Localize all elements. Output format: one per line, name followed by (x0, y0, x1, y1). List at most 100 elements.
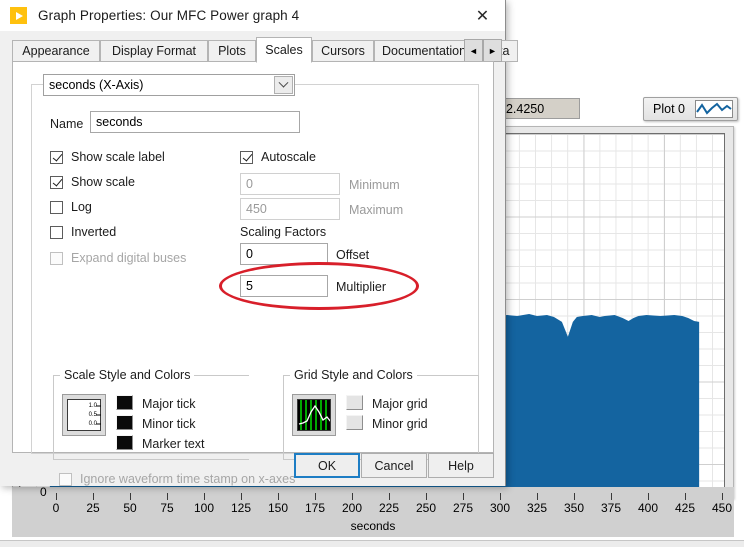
x-tick-mark (685, 493, 686, 500)
x-tick-label: 400 (637, 501, 659, 515)
x-tick-mark (611, 493, 612, 500)
x-tick-label: 0 (52, 501, 60, 515)
major-grid-label: Major grid (372, 397, 428, 411)
plot-legend[interactable]: Plot 0 (643, 97, 738, 121)
x-tick-label: 25 (86, 501, 100, 515)
x-axis-scale: 0 0 25 50 75 100 125 150 175 200 225 250 275 300 325 3… (12, 485, 734, 537)
y-origin-label: 0 (40, 485, 47, 499)
x-tick-mark (204, 493, 205, 500)
name-input[interactable]: seconds (90, 111, 300, 133)
checkbox-box (59, 472, 72, 486)
cancel-button[interactable]: Cancel (361, 453, 427, 478)
graph-properties-dialog[interactable]: Graph Properties: Our MFC Power graph 4 … (0, 0, 518, 486)
dialog-body: Appearance Display Format Plots Scales C… (0, 31, 518, 486)
checkbox-box (50, 200, 63, 214)
checkbox-label: Show scale label (71, 150, 165, 164)
tab-scroll-left-button[interactable]: ◄ (464, 39, 483, 62)
grid-style-group: Grid Style and Colors Major grid Minor g… (283, 368, 479, 460)
x-tick-mark (537, 493, 538, 500)
tab-documentation[interactable]: Documentation (374, 40, 474, 62)
checkbox-box (50, 150, 63, 164)
tab-strip[interactable]: Appearance Display Format Plots Scales C… (12, 37, 518, 63)
x-tick-mark (426, 493, 427, 500)
scale-style-title: Scale Style and Colors (60, 368, 195, 382)
tab-scales[interactable]: Scales (256, 37, 312, 63)
major-grid-color-swatch[interactable] (346, 395, 363, 410)
x-tick-mark (500, 493, 501, 500)
x-tick-label: 350 (563, 501, 585, 515)
offset-label: Offset (336, 248, 370, 262)
tab-plots[interactable]: Plots (208, 40, 256, 62)
tab-documentation-label: Documentation (381, 44, 467, 58)
checkbox-show-scale[interactable]: Show scale (50, 175, 135, 189)
x-tick-label: 375 (600, 501, 622, 515)
checkbox-ignore-waveform-timestamp: Ignore waveform time stamp on x-axes (59, 472, 295, 486)
chevron-down-icon[interactable] (274, 76, 293, 94)
checkbox-autoscale[interactable]: Autoscale (240, 150, 316, 164)
multiplier-input[interactable]: 5 (240, 275, 328, 297)
scales-tab-page: seconds (X-Axis) Name seconds Show scale… (12, 61, 494, 486)
minimum-input[interactable]: 0 (240, 173, 340, 195)
x-tick-label: 325 (526, 501, 548, 515)
x-tick-label: 50 (123, 501, 137, 515)
x-tick-label: 300 (489, 501, 511, 515)
checkbox-label: Log (71, 200, 92, 214)
checkbox-log[interactable]: Log (50, 200, 92, 214)
x-tick-mark (352, 493, 353, 500)
help-button[interactable]: Help (428, 453, 494, 478)
maximum-input[interactable]: 450 (240, 198, 340, 220)
grid-style-title: Grid Style and Colors (290, 368, 417, 382)
tab-scroll-right-button[interactable]: ► (483, 39, 502, 62)
checkbox-expand-digital-buses: Expand digital buses (50, 251, 186, 265)
offset-input[interactable]: 0 (240, 243, 328, 265)
waveform-glyph (696, 102, 732, 115)
minor-grid-color-swatch[interactable] (346, 415, 363, 430)
x-tick-label: 100 (193, 501, 215, 515)
x-tick-mark (463, 493, 464, 500)
checkbox-label: Ignore waveform time stamp on x-axes (80, 472, 296, 486)
waveform-icon[interactable] (695, 100, 733, 118)
plot-legend-label: Plot 0 (653, 102, 685, 116)
checkbox-label: Inverted (71, 225, 117, 239)
tab-cursors[interactable]: Cursors (312, 40, 374, 62)
axis-selector-combobox[interactable]: seconds (X-Axis) (43, 74, 295, 96)
dialog-title: Graph Properties: Our MFC Power graph 4 (38, 8, 300, 23)
checkbox-box (50, 175, 63, 189)
checkbox-box (240, 150, 253, 164)
x-tick-mark (315, 493, 316, 500)
name-label: Name (50, 117, 84, 131)
tab-appearance[interactable]: Appearance (12, 40, 100, 62)
x-tick-label: 425 (674, 501, 696, 515)
x-tick-label: 225 (378, 501, 400, 515)
close-icon[interactable]: ✕ (460, 0, 505, 31)
minor-tick-color-swatch[interactable] (116, 415, 133, 430)
tab-appearance-label: Appearance (22, 44, 90, 58)
checkbox-show-scale-label[interactable]: Show scale label (50, 150, 165, 164)
dialog-titlebar[interactable]: Graph Properties: Our MFC Power graph 4 … (0, 0, 505, 31)
x-tick-mark (389, 493, 390, 500)
labview-play-icon (10, 7, 27, 24)
checkbox-label: Show scale (71, 175, 135, 189)
tab-plots-label: Plots (218, 44, 246, 58)
ok-button-label: OK (317, 458, 337, 473)
marker-text-color-swatch[interactable] (116, 435, 133, 450)
scaling-factors-title: Scaling Factors (240, 225, 327, 239)
x-tick-mark (130, 493, 131, 500)
screen-root: 92.4250 Plot 0 0 0 25 50 75 100 125 150 175 200 2… (0, 0, 744, 547)
x-tick-mark (278, 493, 279, 500)
x-tick-mark (56, 493, 57, 500)
x-tick-label: 175 (304, 501, 326, 515)
x-tick-label: 125 (230, 501, 252, 515)
x-tick-label: 250 (415, 501, 437, 515)
tab-display-format[interactable]: Display Format (100, 40, 208, 62)
x-axis-title: seconds (350, 519, 396, 533)
checkbox-label: Autoscale (261, 150, 316, 164)
checkbox-inverted[interactable]: Inverted (50, 225, 116, 239)
scale-style-preview-button[interactable]: 1.0 0.5 0.0 (62, 394, 106, 436)
ok-button[interactable]: OK (294, 453, 360, 478)
grid-style-preview-button[interactable] (292, 394, 336, 436)
x-tick-mark (722, 493, 723, 500)
major-tick-color-swatch[interactable] (116, 395, 133, 410)
checkbox-box (50, 225, 63, 239)
x-tick-mark (574, 493, 575, 500)
